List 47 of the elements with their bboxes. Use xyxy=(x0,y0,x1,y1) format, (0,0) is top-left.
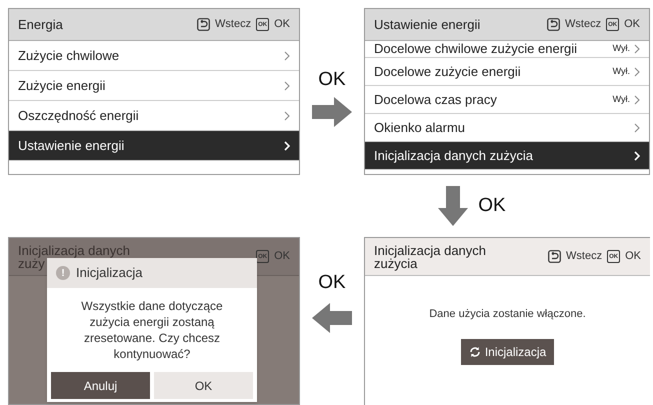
item-value: Wył. xyxy=(612,64,630,78)
initialize-button[interactable]: Inicjalizacja xyxy=(460,338,554,364)
chevron-icon xyxy=(634,150,640,160)
ok-label[interactable]: OK xyxy=(625,248,641,265)
menu-item[interactable]: Inicjalizacja danych zużycia xyxy=(365,142,649,170)
back-label[interactable]: Wstecz xyxy=(565,16,602,33)
item-value: Wył. xyxy=(612,92,630,106)
back-label[interactable]: Wstecz xyxy=(215,16,252,33)
menu-item[interactable]: Ustawienie energii xyxy=(9,131,299,161)
screen-title: Energia xyxy=(18,16,63,34)
menu-item-label: Zużycie chwilowe xyxy=(18,46,120,65)
back-label[interactable]: Wstecz xyxy=(566,248,602,265)
menu-item[interactable]: Docelowe chwilowe zużycie energii Wył. xyxy=(365,41,649,58)
menu-item-label: Ustawienie energii xyxy=(18,136,124,155)
menu-item-label: Oszczędność energii xyxy=(18,106,139,125)
chevron-icon xyxy=(634,122,640,132)
chevron-icon xyxy=(284,110,290,120)
dialog-message: Wszystkie dane dotyczące zużycia energii zostaną zresetowane. Czy chcesz kontynuować? xyxy=(80,298,224,363)
chevron-icon xyxy=(284,140,290,150)
transition-label: OK xyxy=(318,68,346,92)
dialog-button[interactable]: Anuluj xyxy=(51,372,150,399)
transition-label: OK xyxy=(318,270,346,295)
chevron-icon xyxy=(634,66,640,76)
menu-item-label: Docelowe chwilowe zużycie energii xyxy=(374,40,578,58)
chevron-icon xyxy=(634,44,640,54)
back-icon xyxy=(548,250,562,263)
screen-title: Ustawienie energii xyxy=(374,16,480,34)
chevron-icon xyxy=(634,94,640,104)
ok-label[interactable]: OK xyxy=(624,16,640,33)
chevron-icon xyxy=(284,50,290,60)
menu-item-label: Inicjalizacja danych zużycia xyxy=(374,146,533,165)
chevron-icon xyxy=(284,80,290,90)
dialog-button[interactable]: OK xyxy=(154,372,253,399)
dialog-title: Inicjalizacja xyxy=(76,264,142,282)
alert-icon: ! xyxy=(56,266,70,280)
screen-title: Inicjalizacja danych zużycia xyxy=(374,244,488,270)
menu-item-label: Docelowe zużycie energii xyxy=(374,62,521,81)
info-message: Dane użycia zostanie włączone. xyxy=(429,307,586,322)
back-icon xyxy=(547,18,560,31)
refresh-icon xyxy=(468,346,481,358)
transition-label: OK xyxy=(478,194,506,218)
menu-item-label: Docelowa czas pracy xyxy=(374,90,497,109)
back-icon xyxy=(197,18,210,31)
menu-item-label: Zużycie energii xyxy=(18,76,106,95)
ok-label[interactable]: OK xyxy=(274,16,290,33)
item-value: Wył. xyxy=(612,42,630,56)
menu-item-label: Okienko alarmu xyxy=(374,118,466,137)
